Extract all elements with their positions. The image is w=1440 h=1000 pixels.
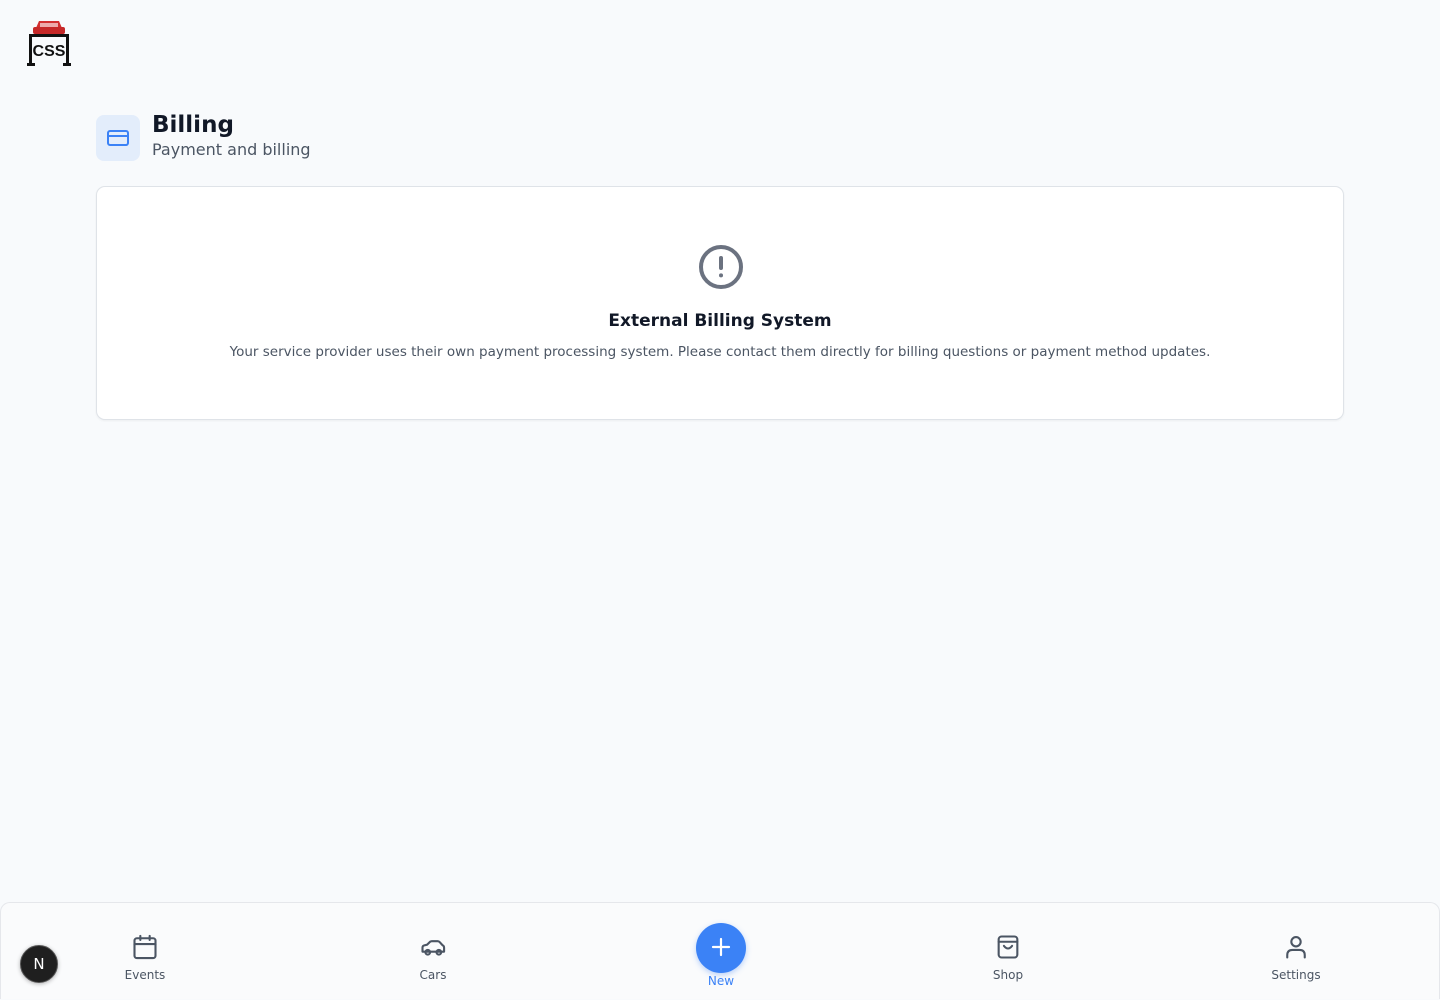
page-subtitle: Payment and billing: [152, 140, 311, 159]
css-logo-icon[interactable]: CSS: [26, 18, 72, 68]
card-description: Your service provider uses their own pay…: [229, 344, 1211, 360]
billing-page: CSS Billing Payment and billing External…: [0, 0, 1440, 1000]
section-header: Billing Payment and billing: [96, 112, 311, 161]
car-icon: [419, 933, 447, 965]
nav-item-settings[interactable]: Settings: [1251, 933, 1341, 982]
plus-icon: [709, 935, 733, 962]
nav-item-cars[interactable]: Cars: [388, 933, 478, 982]
nav-item-shop[interactable]: Shop: [963, 933, 1053, 982]
alert-circle-icon: [697, 243, 745, 291]
bottom-navigation: N Events Cars New Shop Settings: [0, 902, 1440, 999]
nav-label-events: Events: [124, 968, 166, 982]
nav-label-shop: Shop: [992, 968, 1024, 982]
nav-item-events[interactable]: Events: [100, 933, 190, 982]
user-icon: [1282, 933, 1310, 965]
nav-label-new[interactable]: New: [681, 974, 761, 988]
avatar-initial: N: [33, 955, 45, 973]
calendar-icon: [131, 933, 159, 965]
external-billing-card: External Billing System Your service pro…: [96, 186, 1344, 420]
nav-label-settings: Settings: [1271, 968, 1321, 982]
svg-text:CSS: CSS: [33, 43, 66, 60]
new-button[interactable]: [696, 923, 746, 973]
nav-label-cars: Cars: [419, 968, 447, 982]
credit-card-icon: [96, 115, 140, 161]
section-text: Billing Payment and billing: [152, 112, 311, 161]
card-title: External Billing System: [608, 311, 832, 331]
user-avatar[interactable]: N: [20, 945, 58, 983]
page-title: Billing: [152, 112, 234, 138]
shopping-bag-icon: [994, 933, 1022, 965]
